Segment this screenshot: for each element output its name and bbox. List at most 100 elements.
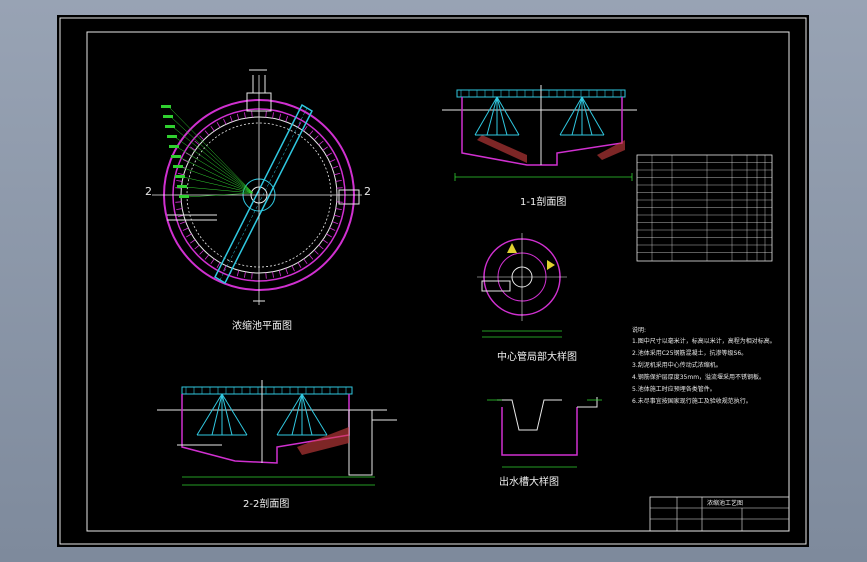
plan-weir-tick bbox=[332, 165, 339, 169]
plan-weir-tick bbox=[313, 249, 319, 255]
drawing-canvas: 2 2 bbox=[59, 17, 807, 545]
plan-weir-tick bbox=[329, 159, 336, 163]
plan-weir-tick bbox=[272, 112, 274, 119]
plan-weir-tick bbox=[204, 254, 210, 260]
s22-bridge bbox=[181, 386, 353, 395]
note-line-3: 3.刮泥机采用中心传动式浓缩机。 bbox=[632, 362, 722, 369]
plan-weir-tick bbox=[335, 180, 342, 182]
s11-slope-left bbox=[477, 135, 527, 163]
plan-weir-tick bbox=[182, 227, 189, 231]
plan-weir-tick bbox=[322, 146, 329, 151]
s11-rake-left bbox=[474, 96, 520, 136]
plan-leader-tag bbox=[177, 185, 187, 188]
plan-leader-tag bbox=[165, 125, 175, 128]
plan-leader-tag bbox=[163, 115, 173, 118]
plan-leader-line bbox=[180, 166, 254, 194]
plan-weir-tick bbox=[194, 244, 200, 250]
plan-weir-tick bbox=[186, 233, 192, 238]
plan-weir-tick bbox=[204, 130, 210, 136]
cp-marker-right bbox=[547, 260, 555, 270]
section-1-1-title: 1-1剖面图 bbox=[520, 197, 567, 208]
plan-weir-tick bbox=[308, 254, 314, 260]
plan-weir-tick bbox=[194, 140, 200, 146]
plan-weir-tick bbox=[336, 201, 343, 203]
plan-leader-tag bbox=[171, 155, 181, 158]
plan-weir-tick bbox=[199, 249, 205, 255]
plan-weir-tick bbox=[251, 272, 253, 279]
title-block-drawing-name: 浓缩池工艺图 bbox=[707, 500, 744, 507]
plan-weir-tick bbox=[265, 111, 267, 118]
s22-bridge-ticks bbox=[185, 387, 347, 394]
plan-weir-tick bbox=[189, 239, 196, 244]
note-line-5: 5.池体施工时应预埋各类管件。 bbox=[632, 386, 716, 393]
plan-weir-tick bbox=[291, 265, 295, 272]
outlet-trough-detail-title: 出水槽大样图 bbox=[499, 477, 559, 488]
section-mark-right: 2 bbox=[364, 185, 371, 198]
section-mark-left: 2 bbox=[145, 185, 152, 198]
plan-weir-tick bbox=[322, 239, 329, 244]
plan-weir-tick bbox=[236, 113, 240, 120]
plan-weir-tick bbox=[334, 214, 341, 218]
note-line-4: 4.钢筋保护层厚度35mm，溢流堰采用不锈钢板。 bbox=[632, 374, 766, 381]
plan-leader-tag bbox=[167, 135, 177, 138]
note-line-1: 1.图中尺寸以毫米计，标高以米计，高程为相对标高。 bbox=[632, 338, 776, 345]
outlet-trough-detail-view bbox=[487, 397, 602, 468]
s22-outlet-chamber bbox=[348, 409, 373, 476]
plan-weir-tick bbox=[278, 113, 282, 120]
note-line-2: 2.池体采用C25钢筋混凝土，抗渗等级S6。 bbox=[632, 350, 748, 357]
plan-weir-tick bbox=[182, 159, 189, 163]
plan-weir-tick bbox=[265, 272, 267, 279]
section-2-2-view bbox=[157, 380, 397, 486]
plan-leader-tag bbox=[179, 195, 189, 198]
s22-rake-right bbox=[276, 393, 328, 436]
plan-weir-tick bbox=[285, 268, 289, 275]
s22-tank-wall bbox=[181, 394, 350, 464]
plan-weir-tick bbox=[308, 130, 314, 136]
plan-weir-tick bbox=[303, 258, 308, 265]
center-pipe-detail-title: 中心管局部大样图 bbox=[497, 352, 577, 363]
ot-trough-wall bbox=[501, 407, 578, 456]
plan-weir-tick bbox=[175, 201, 182, 203]
plan-leader-tag bbox=[175, 175, 185, 178]
plan-weir-tick bbox=[229, 115, 233, 122]
plan-weir-tick bbox=[318, 244, 324, 250]
plan-weir-tick bbox=[326, 152, 332, 157]
plan-weir-tick bbox=[278, 270, 282, 277]
outer-border bbox=[59, 17, 807, 545]
notes-heading: 说明: bbox=[632, 327, 647, 334]
plan-weir-tick bbox=[334, 172, 341, 176]
plan-weir-tick bbox=[251, 111, 253, 118]
plan-weir-tick bbox=[176, 208, 183, 210]
inner-border bbox=[86, 31, 790, 532]
plan-leader-tag bbox=[169, 145, 179, 148]
plan-weir-tick bbox=[336, 187, 343, 189]
ot-right-step bbox=[577, 397, 598, 408]
s22-slope-right bbox=[297, 427, 349, 455]
plan-weir-tick bbox=[332, 221, 339, 225]
plan-weir-tick bbox=[297, 262, 302, 268]
plan-weir-tick bbox=[236, 270, 240, 277]
plan-weir-tick bbox=[272, 271, 274, 278]
plan-weir-tick bbox=[326, 233, 332, 238]
plan-weir-tick bbox=[313, 135, 319, 141]
note-line-6: 6.未尽事宜按国家现行施工及验收规范执行。 bbox=[632, 398, 752, 405]
parts-table bbox=[636, 154, 773, 262]
plan-view-title: 浓缩池平面图 bbox=[232, 321, 292, 332]
s11-rake-right bbox=[559, 96, 605, 136]
plan-weir-tick bbox=[216, 122, 221, 128]
plan-weir-tick bbox=[210, 125, 215, 132]
plan-weir-tick bbox=[210, 258, 215, 265]
plan-weir-tick bbox=[177, 172, 184, 176]
plan-view: 2 2 bbox=[145, 69, 371, 305]
ot-weir-profile bbox=[497, 399, 562, 431]
plan-weir-tick bbox=[335, 208, 342, 210]
center-pipe-detail-view bbox=[477, 233, 567, 338]
plan-weir-tick bbox=[179, 221, 186, 225]
drawing-sheet: 2 2 浓缩池平面图 1-1剖面图 中心管局部大样图 2-2剖面图 出水槽大样图… bbox=[57, 15, 809, 547]
s11-slope-right bbox=[597, 140, 625, 160]
plan-leader-tag bbox=[161, 105, 171, 108]
plan-weir-tick bbox=[285, 115, 289, 122]
plan-weir-tick bbox=[176, 180, 183, 182]
plan-weir-tick bbox=[223, 118, 227, 125]
cp-marker-top bbox=[507, 243, 517, 253]
